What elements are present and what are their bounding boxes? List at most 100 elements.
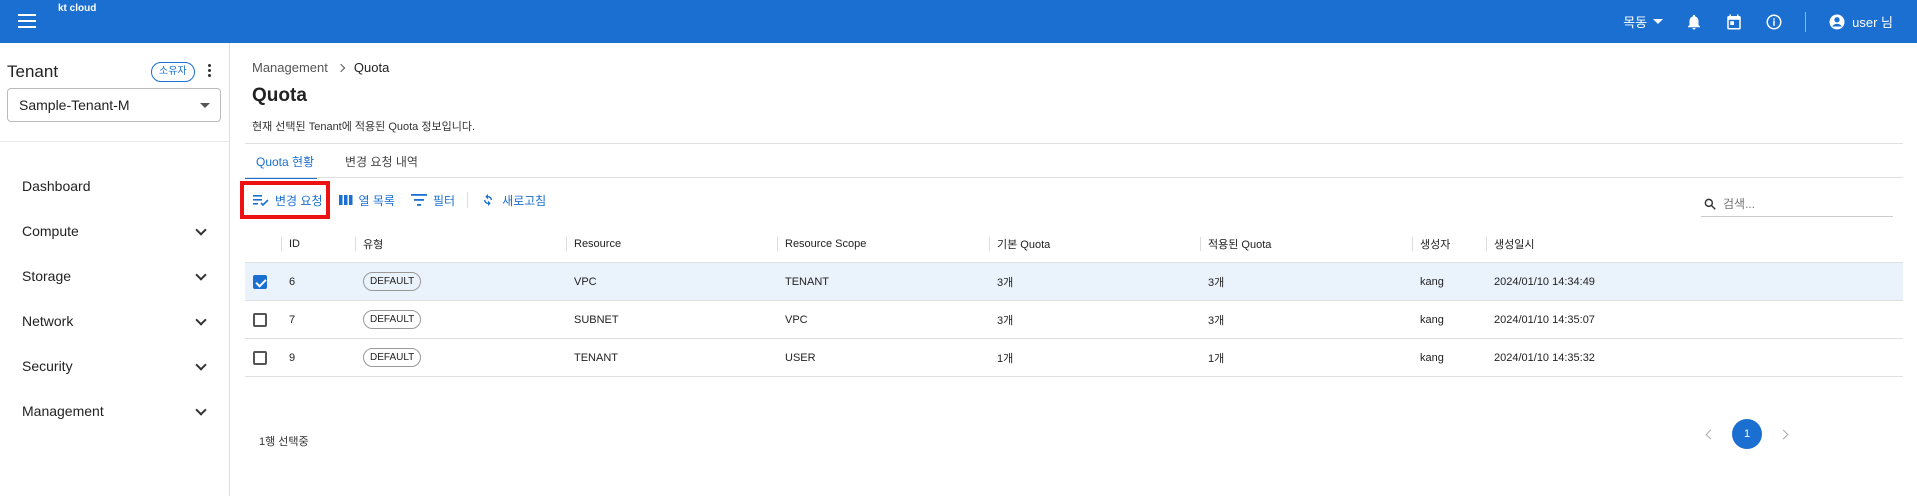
column-separator [989,237,990,251]
page-button[interactable]: 1 [1732,419,1762,449]
chevron-right-icon[interactable] [1778,429,1789,439]
region-selector[interactable]: 목동 [1623,12,1664,31]
checkbox-unchecked-icon[interactable] [253,312,267,327]
cell-base-quota: 1개 [997,352,1014,365]
nav-label: Management [22,403,104,419]
column-separator [1200,237,1201,251]
nav-label: Storage [22,268,72,284]
tab-label: Quota 현황 [256,155,315,169]
column-separator [281,237,282,251]
divider [245,143,1903,144]
cell-resource: SUBNET [574,313,619,326]
tab-quota-status[interactable]: Quota 현황 [245,151,317,179]
top-app-bar: kt cloud CLOUD SDDC 목동 user 님 [0,0,1917,71]
nav-management[interactable]: Management [0,391,229,431]
search-field[interactable] [1701,191,1893,217]
column-separator [566,237,567,251]
sidebar: Tenant 소유자 Sample-Tenant-M Dashboard Com… [0,43,230,496]
tenant-title: Tenant [7,62,59,81]
more-vert-icon[interactable] [205,64,213,80]
menu-icon[interactable] [18,14,36,28]
nav-compute[interactable]: Compute [0,211,229,251]
checkbox-checked-icon[interactable] [253,274,267,289]
refresh-button[interactable]: 새로고침 [472,185,554,215]
divider [0,141,229,142]
nav-dashboard[interactable]: Dashboard [0,166,229,206]
nav-storage[interactable]: Storage [0,256,229,296]
cell-applied-quota: 3개 [1208,276,1225,289]
refresh-label: 새로고침 [502,193,547,208]
nav-security[interactable]: Security [0,346,229,386]
page-title: Quota [252,85,307,106]
row-checkbox[interactable] [253,263,267,300]
chevron-left-icon[interactable] [1705,429,1716,439]
type-chip: DEFAULT [363,272,422,291]
cell-type: DEFAULT [363,339,422,376]
row-checkbox[interactable] [253,301,267,338]
breadcrumb: Management Quota [252,60,389,75]
cell-created-at: 2024/01/10 14:35:07 [1494,313,1595,326]
cell-id: 7 [289,313,296,326]
col-creator[interactable]: 생성자 [1420,225,1450,262]
col-resource[interactable]: Resource [574,225,621,262]
cell-applied-quota: 1개 [1208,352,1225,365]
cell-type: DEFAULT [363,301,422,338]
column-separator [355,237,356,251]
highlight-box [240,181,330,219]
region-label: 목동 [1623,15,1648,30]
col-type[interactable]: 유형 [363,225,383,262]
cell-creator: kang [1420,275,1444,288]
type-chip: DEFAULT [363,348,422,367]
nav-network[interactable]: Network [0,301,229,341]
cell-base-quota: 3개 [997,276,1014,289]
table-header: ID 유형 Resource Resource Scope 기본 Quota 적… [245,225,1903,263]
column-separator [1412,237,1413,251]
table-row[interactable]: 9 DEFAULT TENANT USER 1개 1개 kang 2024/01… [245,339,1903,377]
caret-down-icon [200,103,210,108]
calendar-icon[interactable] [1725,13,1743,31]
cell-type: DEFAULT [363,263,422,300]
tenant-select[interactable]: Sample-Tenant-M [7,88,221,122]
cell-resource: VPC [574,275,597,288]
table-row[interactable]: 7 DEFAULT SUBNET VPC 3개 3개 kang 2024/01/… [245,301,1903,339]
chevron-right-icon [336,63,346,72]
filter-button[interactable]: 필터 [403,185,463,215]
cell-created-at: 2024/01/10 14:35:32 [1494,351,1595,364]
logo[interactable]: kt cloud CLOUD SDDC [58,4,445,71]
cell-applied-quota: 3개 [1208,314,1225,327]
col-created-at[interactable]: 생성일시 [1494,225,1534,262]
search-input[interactable] [1723,196,1883,211]
bell-icon[interactable] [1685,13,1703,31]
divider [1805,11,1807,32]
nav-label: Security [22,358,73,374]
view-column-icon [338,195,352,205]
breadcrumb-current: Quota [353,60,390,75]
filter-list-icon [410,194,427,206]
columns-button[interactable]: 열 목록 [331,185,403,215]
user-menu[interactable]: user 님 [1828,12,1893,31]
cell-scope: USER [785,351,816,364]
divider [245,177,1903,178]
row-checkbox[interactable] [253,339,267,376]
checkbox-unchecked-icon[interactable] [253,350,267,365]
info-icon[interactable] [1765,13,1783,31]
cell-base-quota: 3개 [997,314,1014,327]
table-row[interactable]: 6 DEFAULT VPC TENANT 3개 3개 kang 2024/01/… [245,263,1903,301]
page-description: 현재 선택된 Tenant에 적용된 Quota 정보입니다. [252,121,476,133]
cell-resource: TENANT [574,351,618,364]
tab-label: 변경 요청 내역 [345,155,418,169]
col-base-quota[interactable]: 기본 Quota [997,225,1050,262]
refresh-icon [484,194,493,206]
nav-label: Compute [22,223,79,239]
tab-change-history[interactable]: 변경 요청 내역 [345,151,418,179]
col-id[interactable]: ID [289,225,300,262]
col-applied-quota[interactable]: 적용된 Quota [1208,225,1271,262]
cell-scope: VPC [785,313,808,326]
cell-creator: kang [1420,351,1444,364]
pagination: 1 [1705,419,1789,449]
chevron-down-icon [195,314,207,326]
breadcrumb-management[interactable]: Management [252,60,328,75]
col-resource-scope[interactable]: Resource Scope [785,225,866,262]
chevron-down-icon [195,224,207,236]
cell-created-at: 2024/01/10 14:34:49 [1494,275,1595,288]
